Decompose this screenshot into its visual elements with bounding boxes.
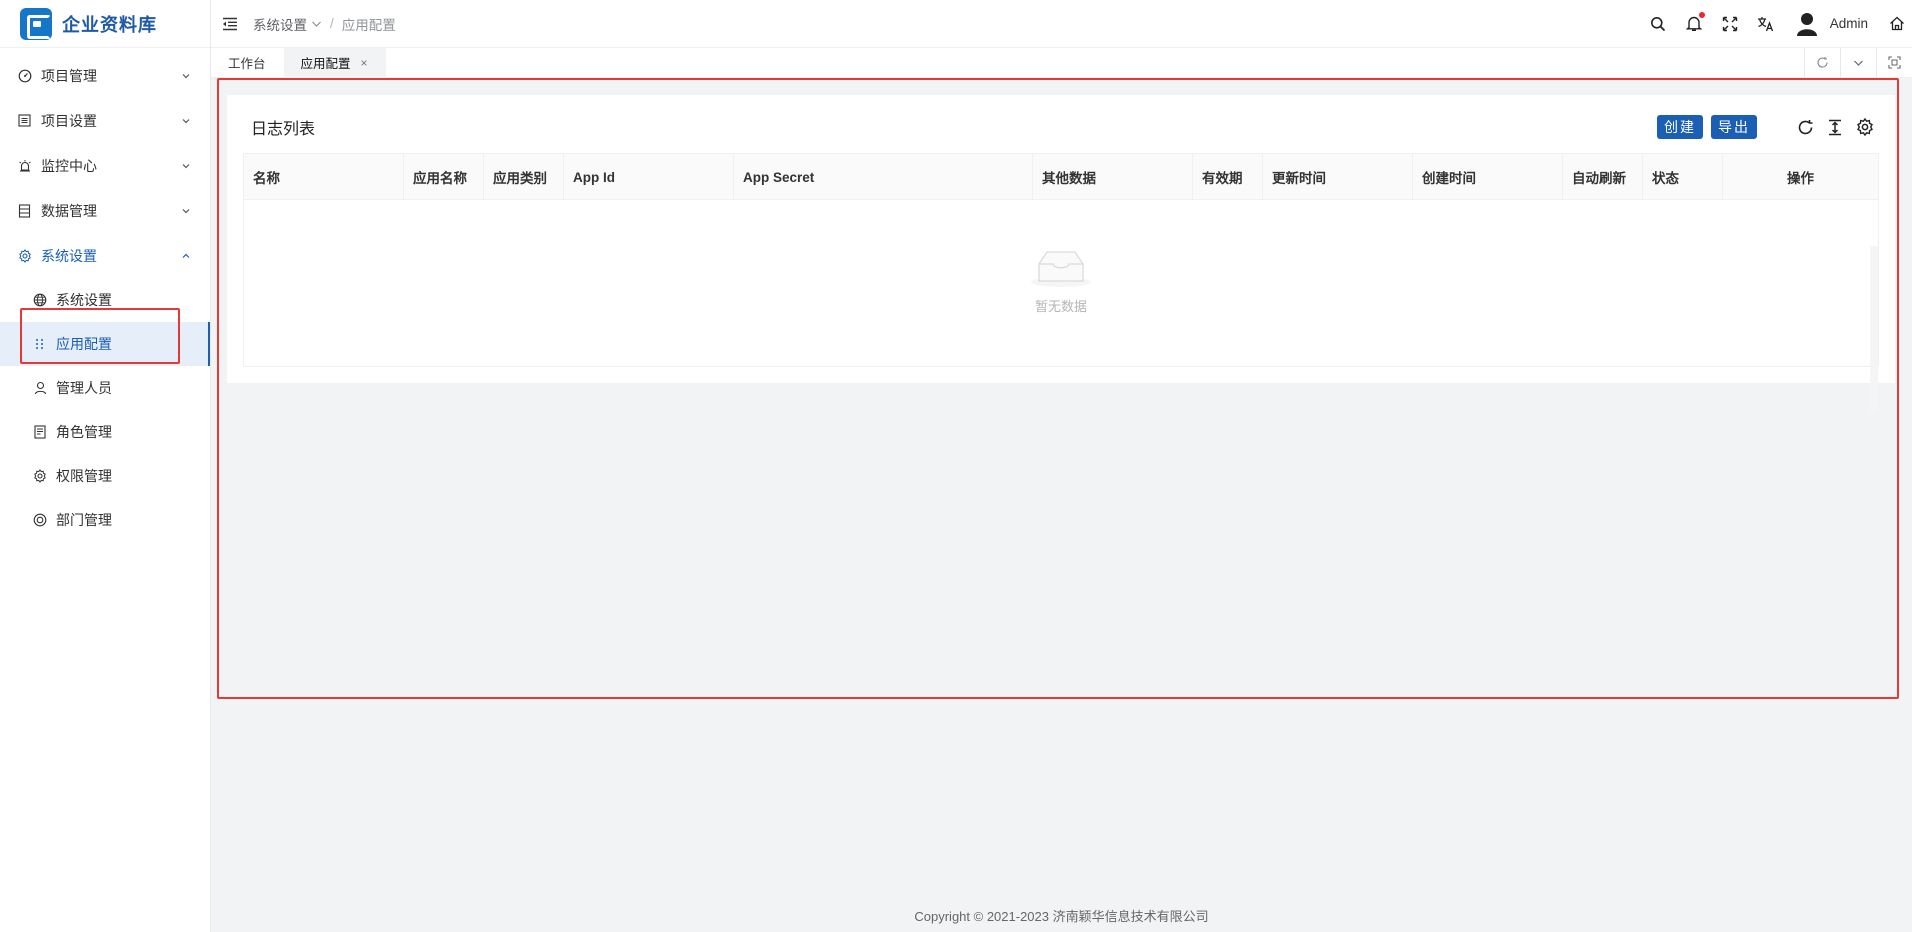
sidebar-item-monitor-center[interactable]: 监控中心	[0, 143, 210, 188]
column-header[interactable]: 有效期	[1193, 154, 1263, 200]
breadcrumb: 系统设置 / 应用配置	[253, 14, 396, 34]
tab-workbench[interactable]: 工作台	[211, 48, 284, 78]
target-icon	[33, 513, 47, 527]
sidebar-subitem-roles[interactable]: 角色管理	[0, 410, 210, 454]
top-header: 系统设置 / 应用配置 Admin	[211, 0, 1912, 48]
search-icon[interactable]	[1649, 15, 1667, 33]
sidebar-item-label: 数据管理	[41, 202, 97, 219]
sidebar-item-label: 项目设置	[41, 112, 97, 129]
sidebar-item-project-settings[interactable]: 项目设置	[0, 98, 210, 143]
gear-icon	[33, 469, 47, 483]
column-header[interactable]: 应用名称	[404, 154, 484, 200]
bell-icon[interactable]	[1685, 11, 1705, 33]
grid-dots-icon	[33, 337, 47, 351]
gear-icon	[17, 248, 32, 263]
sidebar-item-label: 监控中心	[41, 157, 97, 174]
chevron-down-icon[interactable]	[311, 19, 322, 29]
card-header: 日志列表 创建 导出	[227, 95, 1895, 159]
empty-inbox-icon	[1031, 251, 1091, 287]
alarm-icon	[17, 158, 32, 173]
column-header[interactable]: App Id	[564, 154, 734, 200]
avatar[interactable]	[1796, 12, 1818, 36]
sidebar: 企业资料库 项目管理 项目设置 监控中心 数据管理 系统设置 系统设置 应用配置…	[0, 0, 211, 932]
sidebar-item-project-management[interactable]: 项目管理	[0, 53, 210, 98]
column-header[interactable]: 应用类别	[484, 154, 564, 200]
tab-tools	[1804, 47, 1912, 78]
translate-icon[interactable]	[1757, 15, 1775, 33]
sidebar-menu: 项目管理 项目设置 监控中心 数据管理 系统设置 系统设置 应用配置 管理人员 …	[0, 48, 210, 542]
sidebar-item-label: 权限管理	[56, 468, 112, 484]
table-body: 暂无数据	[244, 200, 1878, 412]
notification-dot	[1698, 11, 1705, 18]
sidebar-item-label: 系统设置	[41, 247, 97, 264]
user-icon	[33, 381, 47, 395]
list-icon	[17, 113, 32, 128]
scrollbar[interactable]	[1870, 246, 1878, 412]
create-button[interactable]: 创建	[1657, 115, 1703, 139]
sidebar-subitem-departments[interactable]: 部门管理	[0, 498, 210, 542]
username[interactable]: Admin	[1830, 16, 1868, 31]
dashboard-icon	[17, 68, 32, 83]
column-header[interactable]: 自动刷新	[1563, 154, 1643, 200]
empty-text: 暂无数据	[1034, 299, 1087, 314]
sidebar-item-label: 应用配置	[56, 336, 112, 352]
logo[interactable]: 企业资料库	[0, 0, 210, 48]
refresh-icon[interactable]	[1795, 117, 1815, 137]
sidebar-subitem-permissions[interactable]: 权限管理	[0, 454, 210, 498]
data-table: 名称 应用名称 应用类别 App Id App Secret 其他数据 有效期 …	[243, 153, 1879, 412]
chevron-down-icon	[180, 70, 192, 82]
card-actions: 创建 导出	[1657, 115, 1875, 139]
sidebar-item-label: 角色管理	[56, 424, 112, 440]
database-icon	[17, 203, 32, 218]
column-header[interactable]: 其他数据	[1033, 154, 1193, 200]
tab-label: 应用配置	[300, 57, 351, 71]
empty-state: 暂无数据	[244, 246, 1878, 315]
log-list-card: 日志列表 创建 导出 名称 应用名称 应用类别 App Id App Secre…	[227, 95, 1895, 412]
settings-icon[interactable]	[1855, 117, 1875, 137]
chevron-up-icon	[180, 250, 192, 262]
chevron-down-icon	[180, 205, 192, 217]
column-height-icon[interactable]	[1825, 117, 1845, 137]
tabs-bar: 工作台 应用配置 ×	[211, 47, 1912, 78]
logo-icon	[20, 7, 52, 40]
header-actions: Admin	[1640, 11, 1912, 36]
tab-label: 工作台	[228, 57, 266, 71]
maximize-icon[interactable]	[1876, 47, 1912, 78]
export-button[interactable]: 导出	[1711, 115, 1757, 139]
close-icon[interactable]: ×	[361, 56, 368, 70]
column-header[interactable]: App Secret	[734, 154, 1033, 200]
table-header: 名称 应用名称 应用类别 App Id App Secret 其他数据 有效期 …	[244, 154, 1878, 200]
sidebar-item-label: 部门管理	[56, 512, 112, 528]
breadcrumb-current: 应用配置	[341, 17, 396, 33]
sidebar-item-label: 系统设置	[56, 292, 112, 308]
chevron-down-icon	[180, 160, 192, 172]
sidebar-subitem-system-settings[interactable]: 系统设置	[0, 278, 210, 322]
sidebar-subitem-app-config[interactable]: 应用配置	[0, 322, 210, 366]
sidebar-item-label: 管理人员	[56, 380, 112, 396]
sidebar-item-system-settings[interactable]: 系统设置	[0, 233, 210, 278]
globe-icon	[33, 293, 47, 307]
column-header[interactable]: 名称	[244, 154, 404, 200]
column-header[interactable]: 状态	[1643, 154, 1723, 200]
sidebar-item-label: 项目管理	[41, 67, 97, 84]
home-icon[interactable]	[1888, 15, 1906, 33]
tab-app-config[interactable]: 应用配置 ×	[283, 47, 386, 78]
column-header[interactable]: 创建时间	[1413, 154, 1563, 200]
sidebar-item-data-management[interactable]: 数据管理	[0, 188, 210, 233]
menu-fold-icon[interactable]	[221, 15, 239, 33]
chevron-down-icon	[180, 115, 192, 127]
breadcrumb-parent[interactable]: 系统设置	[253, 14, 307, 34]
refresh-icon[interactable]	[1804, 47, 1840, 78]
sidebar-subitem-managers[interactable]: 管理人员	[0, 366, 210, 410]
footer-copyright: Copyright © 2021-2023 济南颖华信息技术有限公司	[914, 909, 1209, 924]
breadcrumb-separator: /	[330, 16, 334, 31]
card-title: 日志列表	[251, 121, 316, 138]
chevron-down-icon[interactable]	[1840, 47, 1876, 78]
column-header[interactable]: 更新时间	[1263, 154, 1413, 200]
fullscreen-icon[interactable]	[1721, 15, 1739, 33]
column-header[interactable]: 操作	[1723, 154, 1878, 200]
document-icon	[33, 425, 47, 439]
app-title: 企业资料库	[62, 14, 157, 35]
